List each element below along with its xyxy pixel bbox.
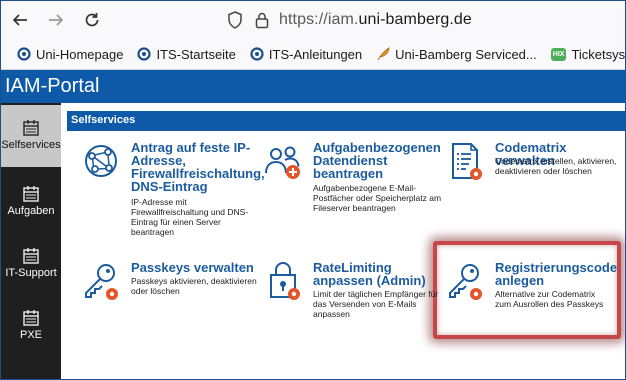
tile-description: Alternative zur Codematrix zum Ausrollen…	[495, 289, 604, 309]
university-logo-icon	[137, 47, 152, 61]
browser-window: https://iam.uni-bamberg.de Uni-Homepage …	[0, 0, 626, 380]
bookmark-its-startseite[interactable]: ITS-Startseite	[137, 47, 236, 62]
forward-button[interactable]	[43, 7, 69, 33]
tile-description: Aufgabenbezogene E-Mail-Postfächer oder …	[313, 183, 442, 213]
reload-button[interactable]	[79, 7, 105, 33]
app-title: IAM-Portal	[5, 75, 100, 97]
tile-datendienst[interactable]: Aufgabenbezogenen Datendienst beantragen…	[263, 141, 443, 241]
bookmark-servicedesk[interactable]: Uni-Bamberg Serviced...	[376, 47, 537, 62]
back-button[interactable]	[7, 7, 33, 33]
arrow-right-icon	[49, 14, 64, 26]
tile-description: Passkeys aktivieren, deaktivieren oder l…	[131, 276, 257, 296]
calendar-icon	[23, 120, 39, 136]
browser-toolbar: https://iam.uni-bamberg.de	[1, 1, 625, 39]
tile-title: RateLimiting anpassen (Admin)	[313, 260, 426, 288]
calendar-icon	[23, 186, 39, 202]
tile-title: Antrag auf feste IP-Adresse, Firewallfre…	[131, 140, 265, 194]
app-header: IAM-Portal	[1, 70, 625, 103]
url-text: https://iam.uni-bamberg.de	[279, 11, 472, 28]
calendar-icon	[23, 248, 39, 264]
tile-title: Passkeys verwalten	[131, 260, 254, 275]
section-header: Selfservices	[67, 111, 625, 131]
address-bar[interactable]: https://iam.uni-bamberg.de	[227, 6, 619, 34]
arrow-left-icon	[12, 14, 27, 26]
lock-icon	[255, 12, 269, 29]
university-logo-icon	[250, 47, 264, 61]
tile-description: IP-Adresse mit Firewallfreischaltung und…	[131, 197, 249, 237]
sidebar: Selfservices Aufgaben IT-Support PXE	[1, 103, 61, 379]
sidebar-item-aufgaben[interactable]: Aufgaben	[1, 171, 61, 233]
calendar-icon	[23, 310, 39, 326]
tile-description: Codematrix erstellen, aktivieren, deakti…	[495, 156, 617, 176]
sidebar-item-pxe[interactable]: PXE	[1, 295, 61, 357]
reload-icon	[85, 13, 99, 27]
sidebar-item-selfservices[interactable]: Selfservices	[1, 105, 61, 167]
key-gear-icon	[449, 264, 482, 300]
tile-codematrix[interactable]: Codematrix verwalten Codematrix erstelle…	[445, 141, 623, 201]
network-icon	[85, 145, 117, 177]
university-logo-icon	[17, 47, 31, 61]
shield-icon	[228, 11, 242, 29]
lock-document-gear-icon	[270, 262, 300, 300]
sidebar-item-it-support[interactable]: IT-Support	[1, 233, 61, 295]
bookmark-ticketsystem[interactable]: HIX Ticketsystem	[550, 47, 625, 62]
hix-badge-icon: HIX	[550, 47, 567, 61]
tile-registrierungscode[interactable]: Registrierungscode anlegen Alternative z…	[445, 260, 618, 321]
tile-passkeys[interactable]: Passkeys verwalten Passkeys aktivieren, …	[81, 261, 257, 321]
bookmarks-bar: Uni-Homepage ITS-Startseite ITS-Anleitun…	[1, 39, 625, 70]
tile-title: Aufgabenbezogenen Datendienst beantragen	[313, 140, 441, 181]
tile-ip-antrag[interactable]: Antrag auf feste IP-Adresse, Firewallfre…	[81, 140, 265, 241]
tile-description: Limit der täglichen Empfänger für das Ve…	[313, 289, 439, 319]
user-group-add-icon	[265, 146, 300, 179]
bookmark-uni-homepage[interactable]: Uni-Homepage	[17, 47, 123, 62]
feather-icon	[377, 47, 390, 61]
tile-ratelimiting[interactable]: RateLimiting anpassen (Admin) Limit der …	[263, 261, 443, 331]
key-gear-icon	[85, 264, 118, 300]
bookmark-its-anleitungen[interactable]: ITS-Anleitungen	[250, 47, 362, 62]
document-gear-icon	[452, 143, 482, 180]
tile-title: Registrierungscode anlegen	[495, 260, 618, 288]
